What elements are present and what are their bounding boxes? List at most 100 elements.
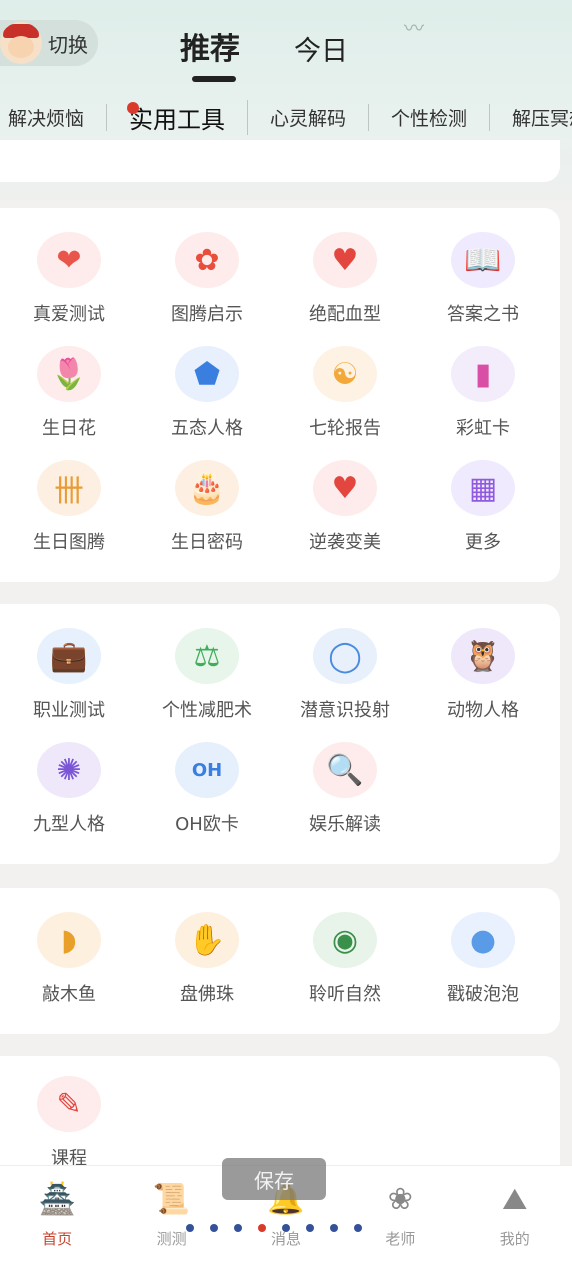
tulip-icon: 🌷 — [37, 346, 101, 402]
page-indicator — [186, 1224, 362, 1232]
tab-label: 老师 — [385, 1230, 416, 1248]
tool-item[interactable]: ✺ 九型人格 — [0, 722, 138, 836]
briefcase-icon: 💼 — [37, 628, 101, 684]
tool-label: 生日密码 — [171, 532, 243, 553]
tool-item[interactable]: ◉ 聆听自然 — [276, 892, 414, 1006]
pentagon-network-icon: ⬟ — [175, 346, 239, 402]
tool-label: 九型人格 — [33, 814, 105, 835]
tab-today[interactable]: 今日 — [294, 29, 348, 68]
meditation-icon: ☯ — [313, 346, 377, 402]
tool-item[interactable]: 🌷 生日花 — [0, 326, 138, 440]
tool-item[interactable]: ♥ 绝配血型 — [276, 212, 414, 326]
category-tab[interactable]: 解决烦恼 — [8, 104, 108, 131]
oh-card-icon: OH — [175, 742, 239, 798]
tool-item[interactable]: 卌生日图腾 — [0, 440, 138, 554]
tool-item[interactable]: 🦉 动物人格 — [414, 608, 552, 722]
nature-sound-icon: ◉ — [313, 912, 377, 968]
magic-book-icon: 📖 — [451, 232, 515, 288]
tool-label: 个性减肥术 — [162, 700, 252, 721]
tool-item[interactable]: ⬟ 五态人格 — [138, 326, 276, 440]
tool-label: 生日花 — [42, 418, 96, 439]
tool-label: OH欧卡 — [175, 814, 239, 835]
tool-label: 盘佛珠 — [180, 984, 234, 1005]
tool-item[interactable]: ❤ 真爱测试 — [0, 212, 138, 326]
tool-label: 潜意识投射 — [300, 700, 390, 721]
enneagram-icon: ✺ — [37, 742, 101, 798]
tool-label: 五态人格 — [171, 418, 243, 439]
tool-item[interactable]: ☯ 七轮报告 — [276, 326, 414, 440]
category-tab[interactable]: 解压冥想 — [490, 104, 572, 131]
pager-dot[interactable] — [258, 1224, 266, 1232]
tool-item[interactable]: 🔍 娱乐解读 — [276, 722, 414, 836]
bird-icon: 〰 — [404, 16, 424, 40]
avatar — [0, 22, 42, 64]
pager-dot[interactable] — [210, 1224, 218, 1232]
course-book-icon: ✎ — [37, 1076, 101, 1132]
tool-item[interactable]: ✿ 图腾启示 — [138, 212, 276, 326]
switch-button[interactable]: 切换 — [0, 20, 98, 66]
save-toast: 保存 — [222, 1158, 326, 1200]
book-search-icon: 🔍 — [313, 742, 377, 798]
bubbles-icon: ● — [451, 912, 515, 968]
tool-item[interactable]: ● 戳破泡泡 — [414, 892, 552, 1006]
pager-dot[interactable] — [330, 1224, 338, 1232]
category-tab-active[interactable]: 实用工具 — [107, 100, 249, 135]
tools-section-2: 💼 职业测试 ⚖ 个性减肥术 ◯ 潜意识投射 🦉 动物人格 ✺ 九型人格 OH OH欧卡 🔍 娱乐解读 — [0, 604, 560, 864]
category-tab[interactable]: 个性检测 — [369, 104, 491, 131]
notification-dot — [127, 102, 140, 114]
tool-label: 七轮报告 — [309, 418, 381, 439]
tool-label: 更多 — [465, 532, 501, 553]
scale-icon: ⚖ — [175, 628, 239, 684]
tab-recommend[interactable]: 推荐 — [180, 24, 240, 82]
tool-item[interactable]: 💼 职业测试 — [0, 608, 138, 722]
tab-lotus[interactable]: ❀ 老师 — [350, 1166, 450, 1262]
tool-item[interactable]: 📖 答案之书 — [414, 212, 552, 326]
pager-dot[interactable] — [354, 1224, 362, 1232]
tool-item[interactable]: ⚖ 个性减肥术 — [138, 608, 276, 722]
switch-label: 切换 — [48, 32, 88, 57]
birthday-cake-icon: 🎂 — [175, 460, 239, 516]
more-grid-icon: ▦ — [451, 460, 515, 516]
straw-hat-icon: ⛰ — [502, 1182, 528, 1217]
tool-label: 动物人格 — [447, 700, 519, 721]
tab-palace[interactable]: 🏯 首页 — [7, 1166, 107, 1262]
tab-label: 首页 — [42, 1230, 73, 1248]
tab-straw-hat[interactable]: ⛰ 我的 — [465, 1166, 565, 1262]
blood-drop-icon: ♥ — [313, 232, 377, 288]
tools-section-1: ❤ 真爱测试 ✿ 图腾启示 ♥ 绝配血型 📖 答案之书 🌷 生日花 ⬟ 五态人格 ☯ 七轮报告 ▮ 彩虹卡卌生… — [0, 208, 560, 582]
tab-label: 测测 — [156, 1230, 187, 1248]
tool-label: 敲木鱼 — [42, 984, 96, 1005]
banner-card-bottom — [0, 140, 560, 182]
tool-label: 戳破泡泡 — [447, 984, 519, 1005]
pager-dot[interactable] — [306, 1224, 314, 1232]
tool-label: 聆听自然 — [309, 984, 381, 1005]
category-tabs: 解决烦恼 实用工具 心灵解码 个性检测 解压冥想 — [8, 100, 572, 135]
totem-icon: 卌 — [37, 460, 101, 516]
tool-item[interactable]: 🎂 生日密码 — [138, 440, 276, 554]
tool-item[interactable]: ♥ 逆袭变美 — [276, 440, 414, 554]
tool-item[interactable]: OH OH欧卡 — [138, 722, 276, 836]
top-tabs: 推荐 今日 — [180, 24, 348, 82]
tool-item[interactable]: ▦ 更多 — [414, 440, 552, 554]
flower-icon: ✿ — [175, 232, 239, 288]
prayer-beads-icon: ✋ — [175, 912, 239, 968]
category-tab[interactable]: 心灵解码 — [248, 104, 370, 131]
tool-item[interactable]: ✋ 盘佛珠 — [138, 892, 276, 1006]
wooden-fish-icon: ◗ — [37, 912, 101, 968]
heart-icon: ❤ — [37, 232, 101, 288]
tab-label: 我的 — [499, 1230, 530, 1248]
pager-dot[interactable] — [282, 1224, 290, 1232]
scroll-icon: 📜 — [152, 1182, 191, 1217]
tool-item[interactable]: ◯ 潜意识投射 — [276, 608, 414, 722]
tool-label: 逆袭变美 — [309, 532, 381, 553]
pager-dot[interactable] — [234, 1224, 242, 1232]
tool-item[interactable]: ✎ 课程 — [0, 1056, 138, 1170]
tool-label: 图腾启示 — [171, 304, 243, 325]
owl-card-icon: 🦉 — [451, 628, 515, 684]
tools-section-3: ◗ 敲木鱼 ✋ 盘佛珠 ◉ 聆听自然 ● 戳破泡泡 — [0, 888, 560, 1034]
pager-dot[interactable] — [186, 1224, 194, 1232]
tool-item[interactable]: ▮ 彩虹卡 — [414, 326, 552, 440]
tool-item[interactable]: ◗ 敲木鱼 — [0, 892, 138, 1006]
tool-label: 娱乐解读 — [309, 814, 381, 835]
tab-scroll[interactable]: 📜 测测 — [122, 1166, 222, 1262]
